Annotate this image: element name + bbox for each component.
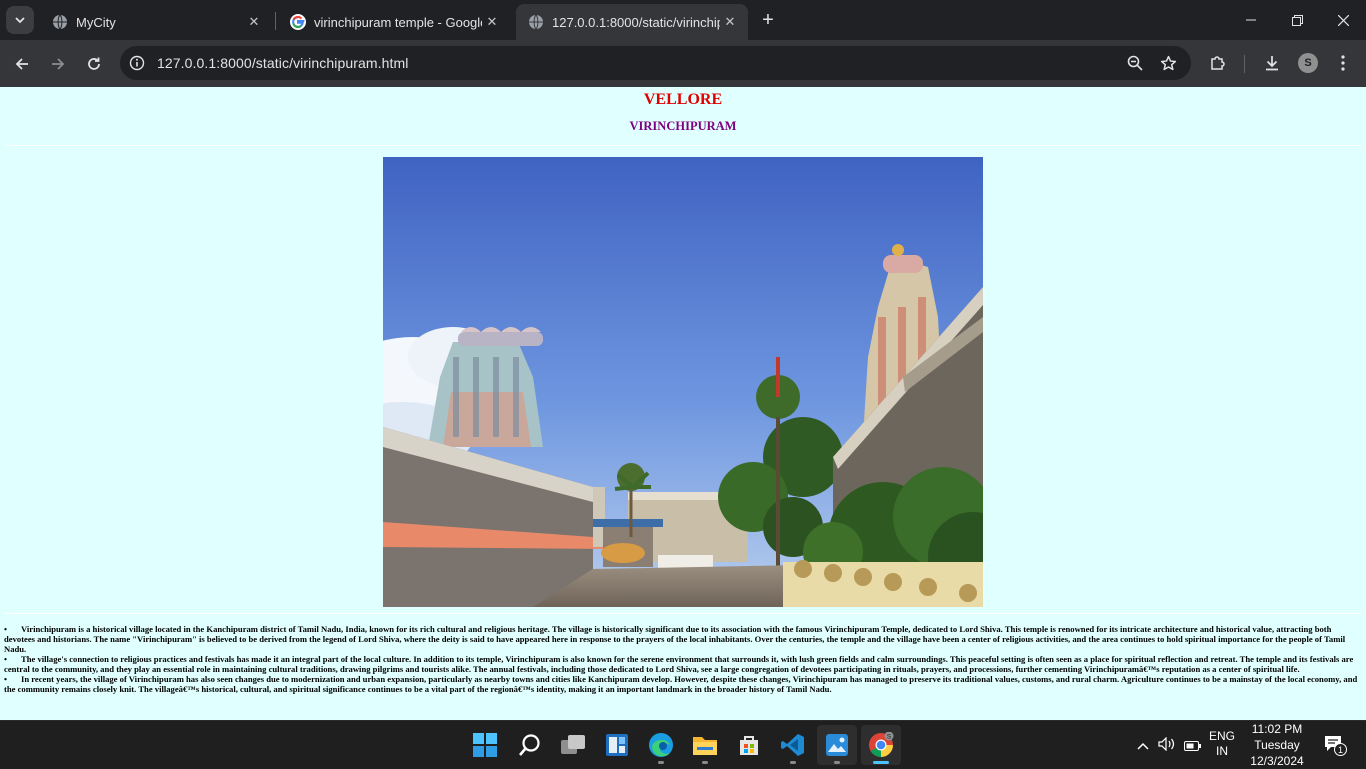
new-tab-button[interactable]: +	[756, 8, 780, 32]
region-code: IN	[1216, 744, 1228, 758]
list-item: In recent years, the village of Virinchi…	[4, 674, 1362, 694]
file-explorer-app[interactable]	[685, 725, 725, 765]
close-tab-icon[interactable]: ✕	[244, 12, 264, 32]
show-hidden-icons-button[interactable]	[1137, 738, 1149, 756]
clock-time: 11:02 PM	[1251, 722, 1303, 736]
downloads-button[interactable]	[1259, 50, 1285, 76]
svg-text:S: S	[887, 734, 892, 741]
store-app[interactable]	[729, 725, 769, 765]
back-button[interactable]	[8, 50, 36, 78]
widgets-button[interactable]	[597, 725, 637, 765]
vscode-icon	[781, 734, 804, 756]
google-icon	[290, 14, 306, 30]
site-info-icon[interactable]	[129, 55, 145, 71]
running-indicator	[834, 761, 840, 764]
temple-photo-illustration	[383, 157, 983, 607]
running-indicator	[702, 761, 708, 764]
temple-photo	[383, 157, 983, 607]
photos-icon	[826, 734, 848, 756]
clock-day: Tuesday	[1254, 738, 1300, 752]
language-code: ENG	[1208, 729, 1235, 743]
close-tab-icon[interactable]: ✕	[720, 12, 740, 32]
tab-title: virinchipuram temple - Google	[314, 14, 482, 30]
start-button[interactable]	[465, 725, 505, 765]
browser-tab-strip: MyCity ✕ virinchipuram temple - Google ✕…	[0, 0, 1366, 40]
language-indicator[interactable]: ENG IN	[1205, 729, 1239, 759]
restore-icon	[1291, 14, 1303, 26]
running-indicator	[873, 761, 889, 764]
zoom-button[interactable]	[1122, 50, 1148, 76]
minimize-button[interactable]	[1228, 0, 1274, 40]
extensions-button[interactable]	[1205, 50, 1231, 76]
vscode-app[interactable]	[773, 725, 813, 765]
notification-count-badge: 1	[1334, 743, 1347, 756]
list-item: Virinchipuram is a historical village lo…	[4, 624, 1362, 654]
tab-search-button[interactable]	[6, 6, 34, 34]
address-bar[interactable]: 127.0.0.1:8000/static/virinchipuram.html	[120, 46, 1191, 80]
chevron-down-icon	[15, 17, 25, 24]
forward-button[interactable]	[44, 50, 72, 78]
star-icon	[1160, 55, 1176, 70]
globe-icon	[529, 14, 543, 30]
tab-title: MyCity	[76, 14, 116, 30]
notification-center-button[interactable]: 1	[1323, 733, 1347, 757]
running-indicator	[790, 761, 796, 764]
widgets-icon	[606, 734, 628, 756]
bottom-divider	[5, 613, 1361, 614]
reload-button[interactable]	[80, 50, 108, 78]
clock-date: 12/3/2024	[1250, 754, 1304, 768]
edge-icon	[649, 733, 673, 757]
close-window-button[interactable]	[1320, 0, 1366, 40]
search-icon	[519, 734, 540, 756]
volume-button[interactable]	[1158, 736, 1176, 756]
chrome-icon: S	[869, 732, 894, 758]
close-icon	[1337, 14, 1349, 26]
list-item: The village's connection to religious pr…	[4, 654, 1362, 674]
speaker-icon	[1158, 736, 1175, 752]
bookmark-button[interactable]	[1155, 50, 1181, 76]
tab-title: 127.0.0.1:8000/static/virinchipur	[552, 14, 720, 30]
task-view-button[interactable]	[553, 725, 593, 765]
download-icon	[1266, 56, 1278, 71]
browser-toolbar: 127.0.0.1:8000/static/virinchipuram.html…	[0, 40, 1366, 87]
clock[interactable]: 11:02 PM Tuesday 12/3/2024	[1244, 721, 1310, 769]
windows-taskbar: S ENG IN 11:02 PM Tuesday 12/3/2024 1	[0, 720, 1366, 768]
profile-avatar[interactable]: S	[1298, 53, 1318, 73]
city-heading: VELLORE	[643, 91, 723, 108]
url-text[interactable]: 127.0.0.1:8000/static/virinchipuram.html	[157, 55, 408, 71]
web-page: VELLORE VIRINCHIPURAM • Virinchipuram is…	[0, 87, 1366, 720]
taskbar-search-button[interactable]	[510, 725, 550, 765]
tab-separator	[275, 12, 276, 30]
top-divider	[5, 145, 1361, 146]
tab-mycity[interactable]: MyCity ✕	[40, 4, 272, 40]
chevron-up-icon	[1137, 742, 1149, 750]
reload-icon	[88, 57, 100, 70]
puzzle-icon	[1211, 56, 1225, 70]
globe-icon	[53, 14, 67, 30]
windows-logo-icon	[473, 733, 497, 757]
more-vert-icon	[1341, 55, 1345, 71]
battery-button[interactable]	[1184, 739, 1202, 757]
arrow-left-icon	[15, 58, 28, 70]
minimize-icon	[1246, 19, 1256, 21]
store-icon	[740, 736, 758, 755]
tab-virinchipuram[interactable]: 127.0.0.1:8000/static/virinchipur ✕	[516, 4, 748, 40]
place-heading: VIRINCHIPURAM	[629, 119, 737, 133]
browser-menu-button[interactable]	[1330, 50, 1356, 76]
running-indicator	[658, 761, 664, 764]
battery-icon	[1184, 741, 1201, 751]
description-list: Virinchipuram is a historical village lo…	[4, 624, 1362, 694]
task-view-icon	[561, 735, 585, 754]
restore-button[interactable]	[1274, 0, 1320, 40]
folder-icon	[693, 737, 717, 755]
photos-app[interactable]	[817, 725, 857, 765]
arrow-right-icon	[52, 58, 65, 70]
toolbar-divider	[1244, 55, 1245, 73]
chrome-app[interactable]: S	[861, 725, 901, 765]
edge-app[interactable]	[641, 725, 681, 765]
zoom-out-icon	[1127, 55, 1143, 71]
tab-google-search[interactable]: virinchipuram temple - Google ✕	[278, 4, 510, 40]
close-tab-icon[interactable]: ✕	[482, 12, 502, 32]
